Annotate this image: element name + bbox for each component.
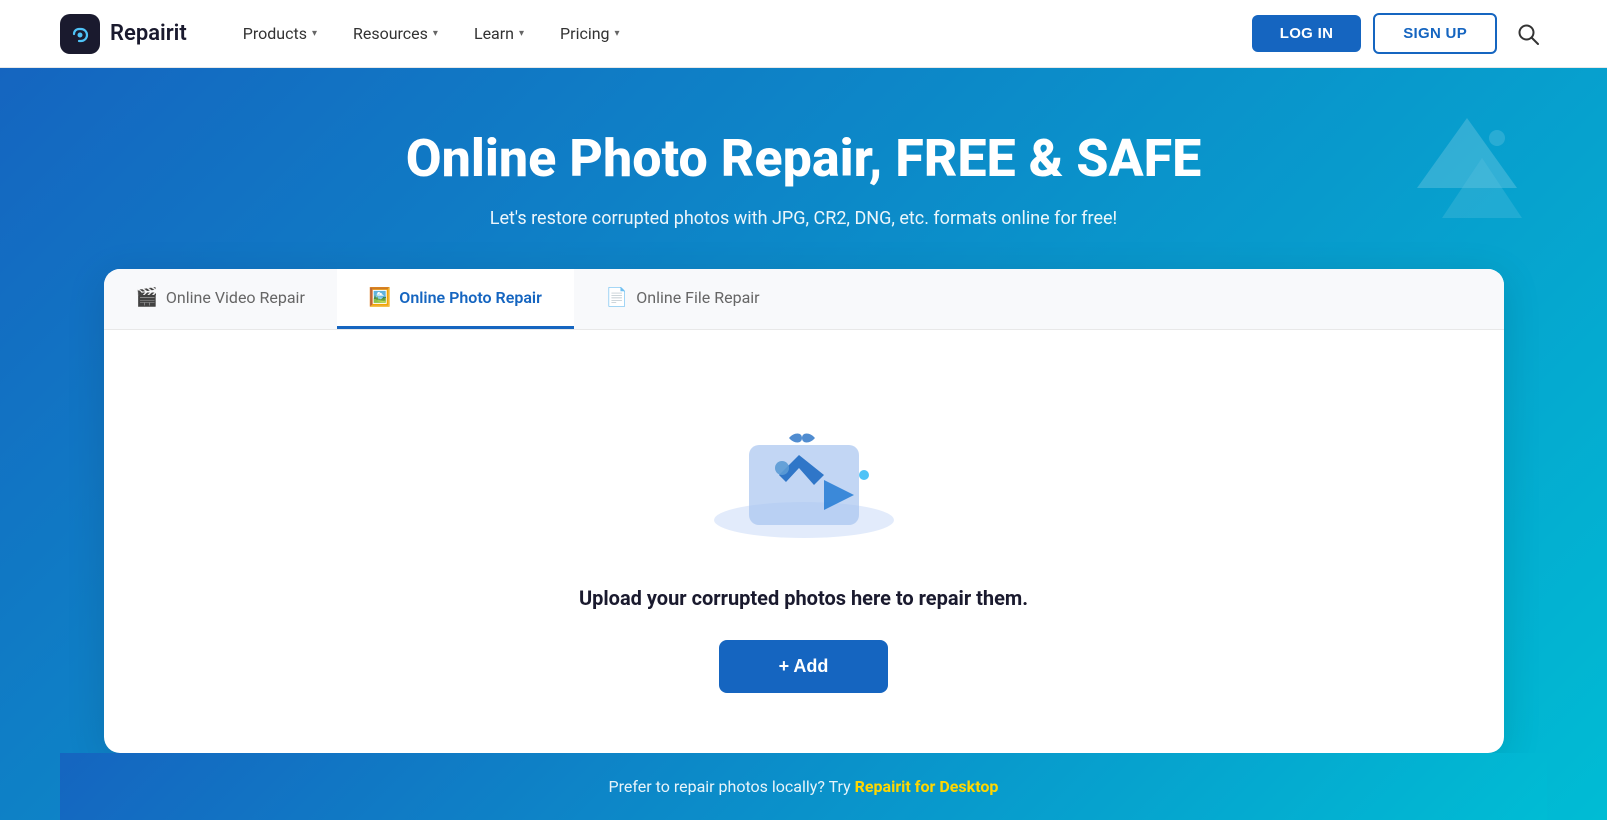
- add-button[interactable]: + Add: [719, 640, 889, 693]
- signup-button[interactable]: SIGN UP: [1373, 13, 1497, 54]
- file-repair-icon: 📄: [606, 287, 628, 308]
- navbar: Repairit Products ▾ Resources ▾ Learn ▾ …: [0, 0, 1607, 68]
- nav-resources-label: Resources: [353, 24, 428, 43]
- nav-learn[interactable]: Learn ▾: [458, 16, 540, 51]
- photo-repair-icon: 🖼️: [369, 287, 391, 308]
- hero-title: Online Photo Repair, FREE & SAFE: [60, 128, 1547, 190]
- nav-products-arrow: ▾: [312, 28, 317, 39]
- nav-resources[interactable]: Resources ▾: [337, 16, 454, 51]
- nav-resources-arrow: ▾: [433, 28, 438, 39]
- nav-products[interactable]: Products ▾: [227, 16, 333, 51]
- upload-text: Upload your corrupted photos here to rep…: [579, 586, 1028, 610]
- tab-file-repair[interactable]: 📄 Online File Repair: [574, 269, 792, 329]
- footer-hint-text: Prefer to repair photos locally? Try: [609, 777, 855, 796]
- desktop-link[interactable]: Repairit for Desktop: [855, 777, 999, 796]
- tab-photo-label: Online Photo Repair: [399, 288, 542, 307]
- search-icon: [1517, 23, 1539, 45]
- tab-video-label: Online Video Repair: [166, 288, 305, 307]
- logo[interactable]: Repairit: [60, 14, 187, 54]
- hero-subtitle: Let's restore corrupted photos with JPG,…: [60, 208, 1547, 229]
- hero-section: Online Photo Repair, FREE & SAFE Let's r…: [0, 68, 1607, 820]
- card-tabs: 🎬 Online Video Repair 🖼️ Online Photo Re…: [104, 269, 1504, 330]
- upload-illustration: [694, 390, 914, 550]
- logo-icon: [60, 14, 100, 54]
- repair-card: 🎬 Online Video Repair 🖼️ Online Photo Re…: [104, 269, 1504, 753]
- nav-pricing-label: Pricing: [560, 24, 610, 43]
- footer-hint: Prefer to repair photos locally? Try Rep…: [60, 753, 1547, 820]
- hero-decoration: [1407, 108, 1527, 242]
- nav-learn-arrow: ▾: [519, 28, 524, 39]
- nav-products-label: Products: [243, 24, 307, 43]
- logo-text: Repairit: [110, 21, 187, 46]
- nav-pricing-arrow: ▾: [615, 28, 620, 39]
- nav-learn-label: Learn: [474, 24, 514, 43]
- video-repair-icon: 🎬: [136, 287, 158, 308]
- navbar-actions: LOG IN SIGN UP: [1252, 13, 1547, 54]
- tab-video-repair[interactable]: 🎬 Online Video Repair: [104, 269, 337, 329]
- search-button[interactable]: [1509, 15, 1547, 53]
- add-button-label: + Add: [779, 656, 829, 677]
- tab-photo-repair[interactable]: 🖼️ Online Photo Repair: [337, 269, 574, 329]
- card-body: Upload your corrupted photos here to rep…: [104, 330, 1504, 753]
- login-button[interactable]: LOG IN: [1252, 15, 1361, 52]
- tab-file-label: Online File Repair: [636, 288, 759, 307]
- nav-pricing[interactable]: Pricing ▾: [544, 16, 636, 51]
- navbar-nav: Products ▾ Resources ▾ Learn ▾ Pricing ▾: [227, 16, 1252, 51]
